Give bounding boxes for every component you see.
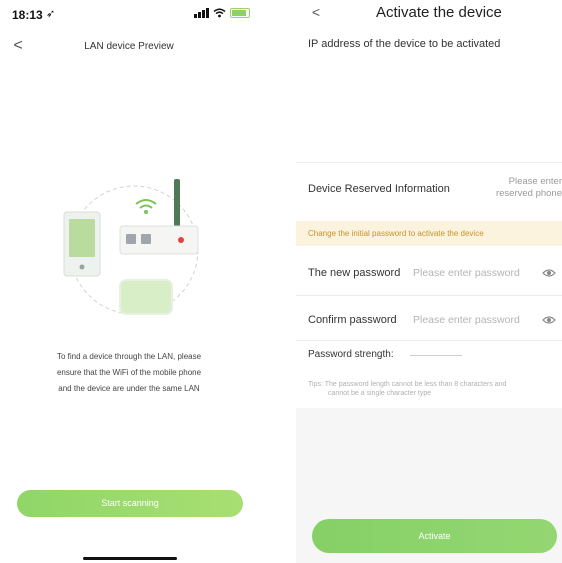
battery-icon [230, 8, 250, 18]
instruction-line: and the device are under the same LAN [58, 384, 200, 393]
reserved-info-label: Device Reserved Information [308, 183, 450, 195]
password-strength-meter [410, 355, 462, 356]
notice-text: Change the initial password to activate … [308, 229, 484, 238]
home-indicator[interactable] [83, 557, 177, 560]
confirm-password-field[interactable]: Please enter password [413, 314, 535, 326]
reserved-info-input[interactable]: Please enter reserved phone [472, 176, 562, 200]
activate-device-screen: < Activate the device IP address of the … [296, 0, 562, 563]
reserved-placeholder-line: reserved phone [495, 188, 562, 199]
password-tips: Tips: The password length cannot be less… [308, 380, 562, 398]
back-button[interactable]: < [306, 2, 326, 22]
cellular-signal-icon [194, 8, 209, 18]
tips-line: Tips: The password length cannot be less… [308, 381, 507, 388]
location-icon: ➶ [46, 8, 56, 20]
status-icons [194, 8, 250, 18]
wifi-icon [213, 8, 226, 18]
new-password-label: The new password [308, 267, 401, 279]
password-strength-label: Password strength: [308, 349, 394, 360]
scan-instructions: To find a device through the LAN, please… [14, 349, 244, 397]
phone-icon [63, 211, 101, 277]
lan-illustration [63, 179, 199, 315]
status-bar: 18:13 ➶ [0, 0, 258, 30]
wifi-signal-icon [135, 199, 157, 214]
nav-bar: < LAN device Preview [0, 30, 258, 60]
instruction-line: ensure that the WiFi of the mobile phone [56, 368, 202, 377]
divider [296, 162, 562, 163]
divider [296, 295, 562, 296]
gateway-device-icon [119, 279, 173, 315]
start-scanning-button[interactable]: Start scanning [17, 490, 243, 517]
lan-preview-screen: 18:13 ➶ < LAN device Preview To find a d… [0, 0, 258, 563]
tips-line: cannot be a single character type [328, 390, 432, 397]
confirm-password-label: Confirm password [308, 314, 397, 326]
password-notice-banner: Change the initial password to activate … [296, 221, 562, 246]
page-title: LAN device Preview [84, 41, 174, 52]
activate-button[interactable]: Activate [312, 519, 557, 553]
eye-icon[interactable] [542, 315, 556, 325]
router-icon [119, 179, 199, 255]
divider [296, 340, 562, 341]
eye-icon[interactable] [542, 268, 556, 278]
reserved-placeholder-line: Please enter [508, 176, 562, 187]
page-title: Activate the device [376, 4, 502, 21]
nav-bar: < Activate the device [296, 0, 562, 26]
ip-address-label: IP address of the device to be activated [308, 38, 501, 50]
instruction-line: To find a device through the LAN, please [56, 352, 202, 361]
status-time: 18:13 [12, 8, 43, 22]
new-password-field[interactable]: Please enter password [413, 267, 535, 279]
